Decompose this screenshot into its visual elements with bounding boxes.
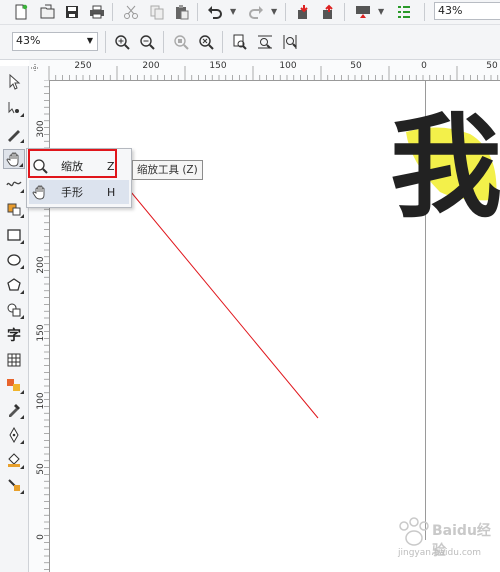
toolbox: 字 <box>0 66 29 572</box>
zoom-level-value: 43% <box>16 34 41 47</box>
cut-icon[interactable] <box>122 3 140 21</box>
text-char-icon: 字 <box>7 328 21 344</box>
interactive-fill-tool[interactable] <box>3 475 25 495</box>
print-icon[interactable] <box>88 3 106 21</box>
ruler-origin[interactable] <box>29 60 49 81</box>
zoom-level-select[interactable]: 43% ▼ <box>12 32 98 51</box>
hand-icon <box>32 185 45 200</box>
options-icon[interactable] <box>395 3 413 21</box>
redo-icon[interactable] <box>247 3 265 21</box>
text-tool[interactable]: 字 <box>3 325 25 345</box>
standard-toolbar: ▼ ▼ ▼ 43% <box>0 0 500 25</box>
zoom-page-icon[interactable] <box>231 33 249 51</box>
ruler-label: 150 <box>36 324 46 342</box>
ruler-label: 200 <box>36 256 46 274</box>
highlight-box <box>28 149 117 178</box>
export-icon[interactable] <box>319 3 337 21</box>
zoom-toolbar: 43% ▼ <box>0 25 500 60</box>
publish-dropdown[interactable]: ▼ <box>378 7 384 16</box>
copy-icon[interactable] <box>148 3 166 21</box>
zoom-selected-icon[interactable] <box>172 33 190 51</box>
ruler-label: 0 <box>36 534 46 540</box>
eyedropper-tool[interactable] <box>3 400 25 420</box>
outline-pen-tool[interactable] <box>3 425 25 445</box>
zoom-level-field-top[interactable]: 43% <box>434 2 500 20</box>
zoom-tool-group[interactable] <box>3 149 25 169</box>
pointer-icon <box>9 74 21 90</box>
zoom-height-icon[interactable] <box>281 33 299 51</box>
ruler-label: 250 <box>74 61 92 71</box>
pick-tool[interactable] <box>3 72 25 92</box>
toolbar-separator <box>222 31 223 53</box>
flyout-item-label: 手形 <box>61 186 83 199</box>
ruler-label: 150 <box>209 61 227 71</box>
fill-tool[interactable] <box>3 450 25 470</box>
zoom-width-icon[interactable] <box>256 33 274 51</box>
toolbar-separator <box>285 3 286 21</box>
paste-icon[interactable] <box>173 3 191 21</box>
zoom-in-icon[interactable] <box>113 33 131 51</box>
ruler-label: 100 <box>36 392 46 410</box>
ellipse-tool[interactable] <box>3 250 25 270</box>
ruler-label: 50 <box>36 463 46 475</box>
import-icon[interactable] <box>294 3 312 21</box>
rectangle-tool[interactable] <box>3 225 25 245</box>
toolbar-separator <box>163 31 164 53</box>
polygon-tool[interactable] <box>3 275 25 295</box>
ruler-label: 300 <box>36 120 46 138</box>
crop-tool[interactable] <box>3 124 25 144</box>
canvas-character[interactable]: 我 <box>390 108 500 228</box>
watermark-url: jingyan.baidu.com <box>398 548 482 558</box>
zoom-all-icon[interactable] <box>197 33 215 51</box>
open-folder-icon[interactable] <box>39 3 57 21</box>
table-tool[interactable] <box>3 350 25 370</box>
toolbar-separator <box>105 31 106 53</box>
toolbar-separator <box>344 3 345 21</box>
chevron-down-icon[interactable]: ▼ <box>87 33 93 49</box>
smart-fill-tool[interactable] <box>3 199 25 219</box>
toolbar-separator <box>112 3 113 21</box>
blend-tool[interactable] <box>3 375 25 395</box>
ruler-label: 50 <box>350 61 362 71</box>
ruler-label: 0 <box>421 61 427 71</box>
ruler-label: 50 <box>486 61 498 71</box>
zoom-out-icon[interactable] <box>138 33 156 51</box>
shape-tool[interactable] <box>3 98 25 118</box>
toolbar-separator <box>197 3 198 21</box>
baidu-watermark: Baidu经验 jingyan.baidu.com <box>388 512 500 572</box>
new-document-icon[interactable] <box>12 3 30 21</box>
undo-dropdown[interactable]: ▼ <box>230 7 236 16</box>
ruler-label: 200 <box>142 61 160 71</box>
table-icon <box>7 353 21 367</box>
basic-shapes-tool[interactable] <box>3 300 25 320</box>
save-icon[interactable] <box>63 3 81 21</box>
flyout-item-shortcut: H <box>107 185 116 199</box>
curve-tool[interactable] <box>3 174 25 194</box>
undo-icon[interactable] <box>206 3 224 21</box>
zoom-tool-tooltip: 缩放工具 (Z) <box>132 160 203 180</box>
toolbar-separator <box>424 3 425 21</box>
publish-icon[interactable] <box>354 3 372 21</box>
ruler-label: 100 <box>279 61 297 71</box>
redo-dropdown[interactable]: ▼ <box>271 7 277 16</box>
horizontal-ruler[interactable]: 250 200 150 100 50 0 50 <box>48 60 500 81</box>
flyout-item-hand[interactable]: 手形 H <box>29 180 129 204</box>
